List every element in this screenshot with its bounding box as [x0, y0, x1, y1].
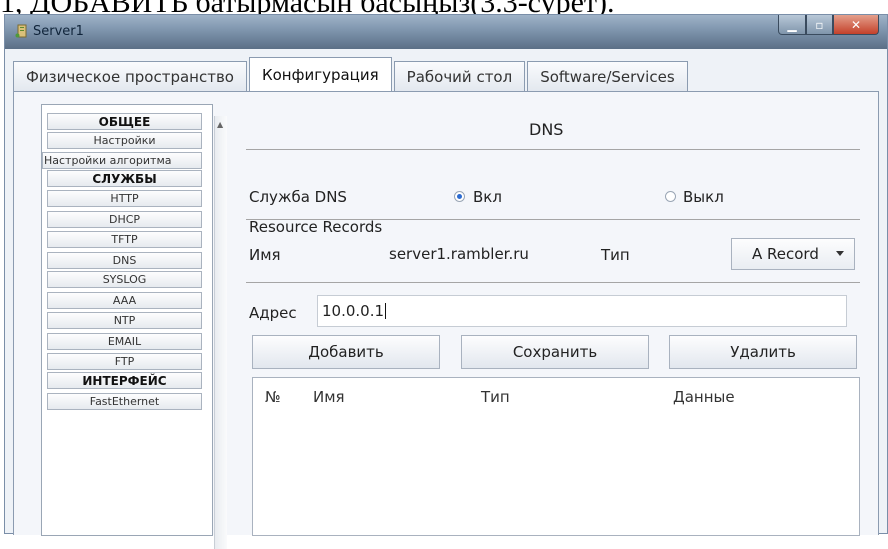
address-value: 10.0.0.1: [322, 302, 385, 320]
config-sidebar: ОБЩЕЕ Настройки Настройки алгоритма СЛУЖ…: [41, 104, 227, 549]
sidebar-item-syslog[interactable]: SYSLOG: [47, 271, 202, 288]
chevron-down-icon: [836, 251, 844, 256]
address-label: Адрес: [249, 304, 297, 322]
dns-off-radio[interactable]: [665, 191, 676, 202]
sidebar-item-dns[interactable]: DNS: [47, 252, 202, 269]
delete-button[interactable]: Удалить: [669, 335, 857, 369]
sidebar-item-aaa[interactable]: AAA: [47, 292, 202, 309]
name-input[interactable]: server1.rambler.ru: [384, 238, 591, 270]
config-panel: ОБЩЕЕ Настройки Настройки алгоритма СЛУЖ…: [13, 91, 879, 549]
sidebar-item-ftp[interactable]: FTP: [47, 353, 202, 370]
add-button[interactable]: Добавить: [252, 335, 440, 369]
server1-window: Server1 ▁ ▫ ✕ Физическое пространство Ко…: [4, 14, 888, 549]
save-button[interactable]: Сохранить: [461, 335, 649, 369]
name-label: Имя: [249, 246, 281, 264]
sidebar-item-settings[interactable]: Настройки: [47, 132, 202, 149]
scroll-up-icon[interactable]: ▲: [217, 120, 223, 129]
sidebar-scrollbar[interactable]: ▲: [214, 116, 227, 549]
tab-bar: Физическое пространство Конфигурация Раб…: [13, 57, 690, 91]
dns-on-label: Вкл: [473, 188, 502, 206]
tab-software-services[interactable]: Software/Services: [527, 61, 688, 91]
sidebar-item-tftp[interactable]: TFTP: [47, 231, 202, 248]
type-select[interactable]: A Record: [731, 238, 855, 270]
minimize-button[interactable]: ▁: [778, 15, 806, 35]
divider: [246, 149, 860, 150]
sidebar-item-ntp[interactable]: NTP: [47, 312, 202, 329]
column-header-type[interactable]: Тип: [481, 388, 510, 406]
sidebar-item-algorithm-settings[interactable]: Настройки алгоритма: [42, 152, 202, 169]
column-header-number[interactable]: №: [265, 388, 281, 406]
text-cursor: [385, 303, 387, 319]
sidebar-item-email[interactable]: EMAIL: [47, 333, 202, 350]
document-caption: 1, ДОБАВИТЬ батырмасын басыңыз(3.3-сурет…: [0, 0, 888, 14]
maximize-button[interactable]: ▫: [806, 15, 833, 35]
sidebar-item-http[interactable]: HTTP: [47, 190, 202, 207]
tab-config[interactable]: Конфигурация: [248, 57, 392, 91]
resource-records-label: Resource Records: [249, 218, 383, 236]
column-header-name[interactable]: Имя: [313, 388, 345, 406]
address-input[interactable]: 10.0.0.1: [317, 295, 847, 327]
title-bar[interactable]: Server1 ▁ ▫ ✕: [5, 15, 887, 49]
divider: [246, 282, 860, 283]
sidebar-item-fastethernet[interactable]: FastEthernet: [47, 393, 202, 410]
sidebar-header-general: ОБЩЕЕ: [47, 113, 202, 130]
close-button[interactable]: ✕: [833, 15, 879, 35]
tab-desktop[interactable]: Рабочий стол: [393, 61, 526, 91]
column-header-data[interactable]: Данные: [673, 388, 735, 406]
sidebar-header-interface: ИНТЕРФЕЙС: [47, 372, 202, 389]
dns-service-label: Служба DNS: [249, 188, 347, 206]
type-select-value: A Record: [752, 245, 819, 263]
server-app-icon: [15, 24, 27, 38]
close-icon: ✕: [850, 17, 862, 32]
type-label: Тип: [601, 246, 630, 264]
maximize-icon: ▫: [815, 17, 824, 32]
dns-config: DNS Служба DNS Вкл Выкл Resource Records…: [239, 92, 879, 536]
sidebar-item-dhcp[interactable]: DHCP: [47, 211, 202, 228]
minimize-icon: ▁: [787, 17, 797, 32]
records-table[interactable]: № Имя Тип Данные: [252, 377, 860, 536]
dns-on-radio[interactable]: [454, 191, 465, 202]
window-title: Server1: [33, 24, 84, 39]
dns-off-label: Выкл: [683, 188, 724, 206]
sidebar-header-services: СЛУЖБЫ: [47, 170, 202, 187]
dns-title: DNS: [529, 120, 564, 139]
tab-physical[interactable]: Физическое пространство: [13, 61, 247, 91]
